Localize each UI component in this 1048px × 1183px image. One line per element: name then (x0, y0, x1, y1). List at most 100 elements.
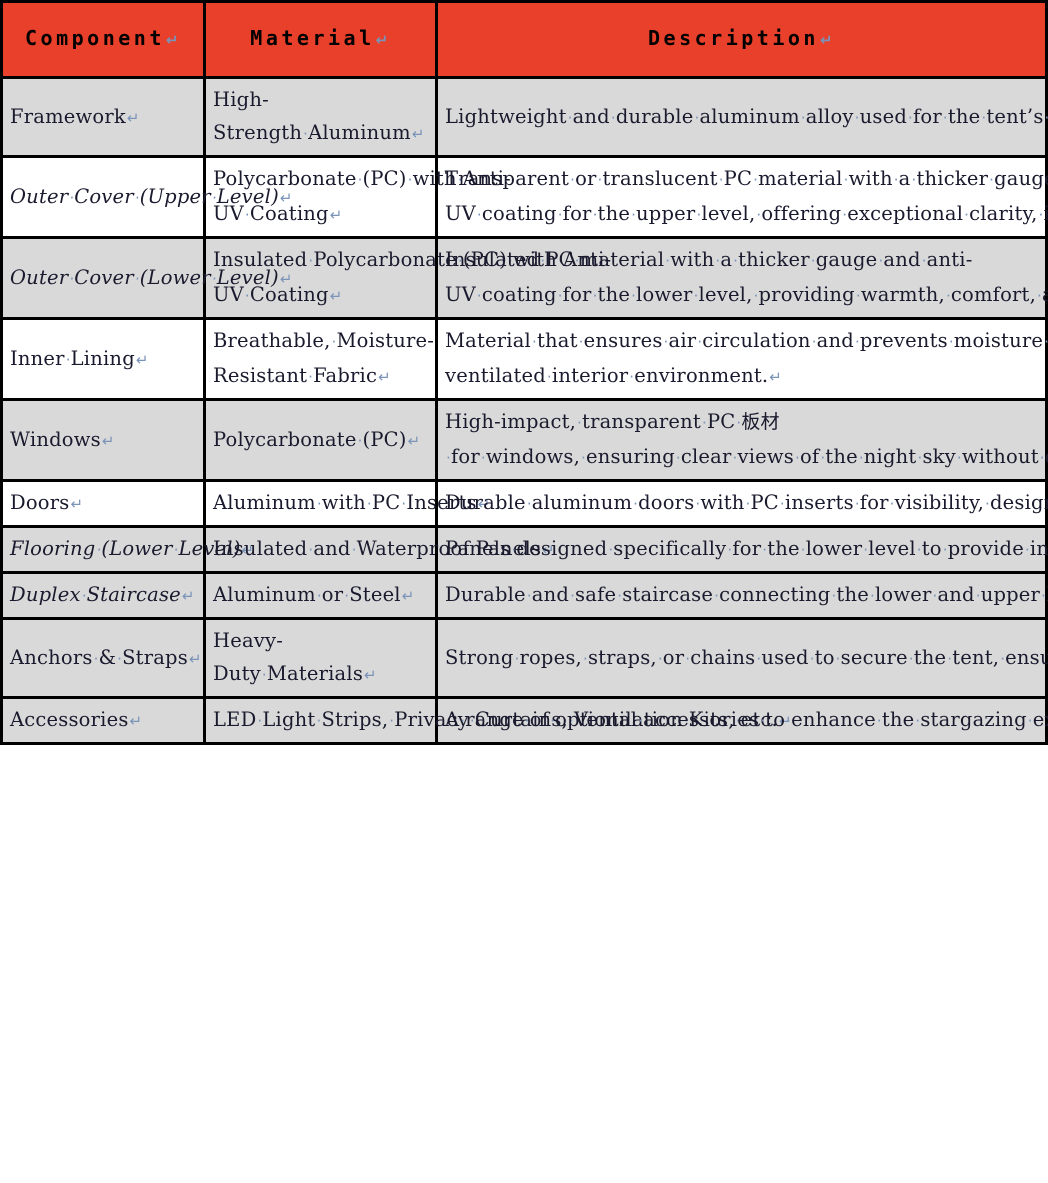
cell-description: Insulated·PC·material·with·a·thicker·gau… (435, 236, 1048, 320)
space-mark: · (760, 712, 766, 730)
space-mark: · (514, 649, 520, 668)
space-mark: · (173, 541, 179, 559)
table-row: Framework↵ High-Strength·Aluminum↵ Lightwe… (0, 76, 1048, 158)
space-mark: · (854, 333, 860, 351)
cell-material: High-Strength·Aluminum↵ (203, 76, 438, 158)
space-mark: · (631, 206, 637, 224)
cell-description: A·range·of·optional·accessories·to·enhan… (435, 696, 1048, 745)
space-mark: · (693, 287, 699, 305)
cell-component: Inner·Lining↵ (0, 317, 206, 401)
cell-component: Anchors·&·Straps↵ (0, 617, 206, 699)
space-mark: · (532, 333, 537, 351)
space-mark: · (308, 541, 314, 559)
space-mark: · (733, 252, 739, 270)
space-mark: · (582, 649, 588, 668)
space-mark: · (753, 171, 759, 189)
space-mark: · (511, 541, 517, 559)
space-mark: · (550, 712, 556, 730)
table-row: Outer·Cover·(Upper·Level)↵Polycarbonate·… (0, 155, 1048, 239)
space-mark: · (407, 171, 413, 189)
space-mark: · (878, 252, 884, 270)
cell-component: Windows↵ (0, 398, 206, 482)
component-text: Accessories↵ (10, 708, 143, 731)
space-mark: · (1041, 587, 1047, 605)
table-body: Framework↵ High-Strength·Aluminum↵ Lightwe… (0, 76, 1048, 745)
space-mark: · (117, 649, 123, 668)
space-mark: · (714, 587, 720, 605)
space-mark: · (835, 649, 841, 668)
space-mark: · (665, 252, 671, 270)
space-mark: · (863, 541, 869, 559)
space-mark: · (663, 333, 669, 351)
table-header: Component↵ Material↵ Description↵ (0, 0, 1048, 79)
space-mark: · (557, 206, 563, 224)
space-mark: · (916, 541, 922, 559)
description-text: Panels·designed·specifically·for·the·low… (445, 537, 1048, 560)
space-mark: · (631, 287, 637, 305)
space-mark: · (858, 449, 864, 467)
space-mark: · (446, 449, 451, 467)
component-text: Framework↵ (10, 104, 140, 128)
space-mark: · (316, 495, 322, 513)
space-mark: · (1036, 287, 1042, 305)
space-mark: · (69, 269, 75, 288)
paragraph-mark: ↵ (181, 587, 195, 605)
paragraph-mark: ↵ (165, 31, 182, 49)
cell-material: Aluminum·with·PC·Inserts↵ (203, 479, 490, 528)
space-mark: · (695, 495, 701, 513)
cell-component: Flooring·(Lower·Level)↵ (0, 525, 254, 574)
paragraph-mark: ↵ (364, 666, 377, 684)
space-mark: · (308, 252, 314, 270)
table-row: Accessories↵ LED·Light·Strips,·Privacy·Cu… (0, 696, 1048, 745)
space-mark: · (638, 712, 644, 730)
component-text: Outer·Cover·(Upper·Level)↵ (10, 184, 293, 208)
component-text: Outer·Cover·(Lower·Level)↵ (10, 265, 293, 289)
space-mark: · (81, 587, 87, 605)
space-mark: · (526, 495, 532, 513)
material-text: Insulated·Polycarbonate·(PC)·with·Anti-U… (213, 248, 611, 306)
space-mark: · (476, 206, 482, 224)
paragraph-mark: ↵ (329, 287, 343, 305)
space-mark: · (69, 188, 75, 207)
paragraph-mark: ↵ (126, 108, 140, 127)
space-mark: · (578, 333, 584, 351)
document-page: Component↵ Material↵ Description↵ Framew… (0, 0, 1048, 1183)
paragraph-mark: ↵ (129, 712, 143, 730)
cell-material: Breathable,·Moisture-Resistant·Fabric↵ (203, 317, 438, 401)
cell-description: Transparent·or·translucent·PC·material·w… (435, 155, 1048, 239)
description-text: A·range·of·optional·accessories·to·enhan… (445, 708, 1048, 731)
space-mark: · (893, 171, 899, 189)
space-mark: · (351, 541, 357, 559)
component-text: Anchors·&·Straps↵ (10, 645, 202, 669)
cell-material: LED·Light·Strips,·Privacy·Curtains,·Vent… (203, 696, 792, 745)
material-text: Insulated·and·Waterproof·Panels↵ (213, 537, 555, 560)
space-mark: · (981, 108, 987, 127)
description-text: Lightweight·and·durable·aluminum·alloy·u… (445, 100, 1048, 135)
space-mark: · (911, 171, 917, 189)
space-mark: · (685, 649, 691, 668)
space-mark: · (244, 206, 250, 224)
space-mark: · (261, 666, 267, 684)
cell-material: Aluminum·or·Steel↵ (203, 571, 438, 620)
space-mark: · (945, 287, 951, 305)
paragraph-mark: ↵ (101, 431, 115, 450)
space-mark: · (942, 541, 948, 559)
space-mark: · (756, 649, 762, 668)
space-mark: · (843, 171, 849, 189)
space-mark: · (1024, 541, 1030, 559)
space-mark: · (756, 206, 762, 224)
space-mark: · (932, 587, 938, 605)
space-mark: · (675, 449, 681, 467)
space-mark: · (608, 541, 614, 559)
description-text: Transparent·or·translucent·PC·material·w… (445, 167, 1048, 225)
space-mark: · (581, 449, 587, 467)
component-text: Windows↵ (10, 427, 115, 451)
space-mark: · (526, 587, 532, 605)
space-mark: · (948, 333, 954, 351)
space-mark: · (592, 206, 598, 224)
space-mark: · (794, 449, 800, 467)
space-mark: · (577, 414, 583, 432)
space-mark: · (574, 252, 580, 270)
space-mark: · (134, 269, 140, 288)
space-mark: · (316, 587, 322, 605)
